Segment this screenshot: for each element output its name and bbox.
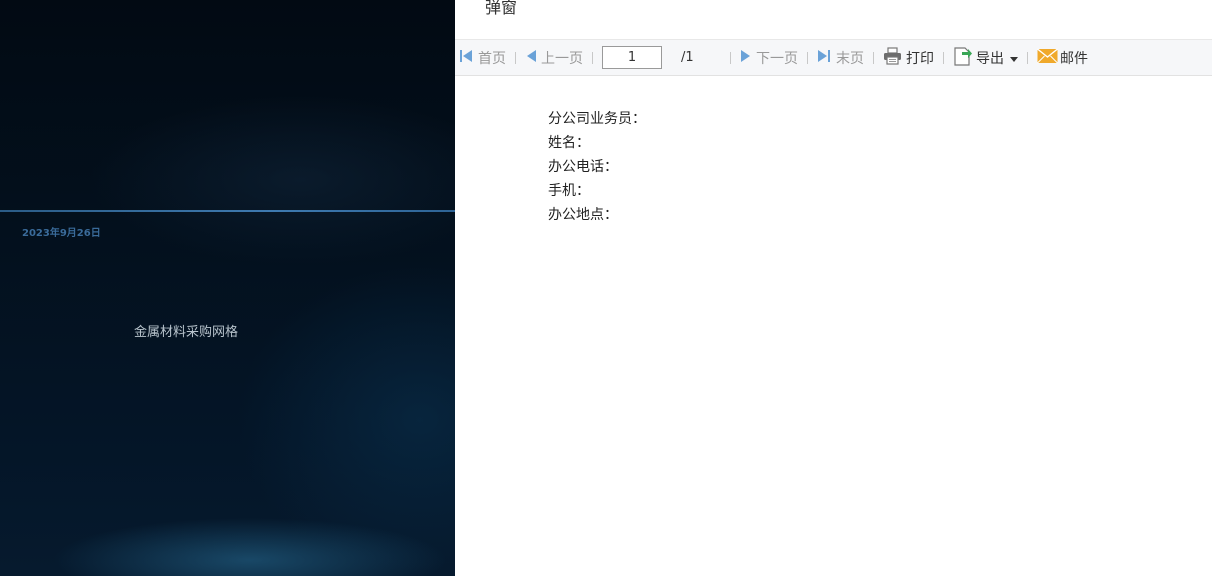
print-button[interactable]: 打印 xyxy=(883,40,934,75)
field-label-name: 姓名： xyxy=(548,135,590,151)
field-label-salesperson: 分公司业务员： xyxy=(548,111,646,127)
first-page-button[interactable]: 首页 xyxy=(459,40,506,75)
popup-dialog: 弹窗 首页 上一页 /1 下一页 xyxy=(455,0,1212,576)
toolbar-separator xyxy=(873,51,874,64)
toolbar-separator xyxy=(515,51,516,64)
toolbar-separator xyxy=(592,51,593,64)
field-label-mobile: 手机： xyxy=(548,183,590,199)
next-page-label: 下一页 xyxy=(756,50,798,67)
last-page-label: 末页 xyxy=(836,50,864,67)
field-label-office-location: 办公地点： xyxy=(548,207,618,223)
report-content: 分公司业务员： 姓名： 办公电话： 手机： 办公地点： xyxy=(548,107,646,227)
first-page-icon xyxy=(459,49,474,67)
toolbar-separator xyxy=(807,51,808,64)
next-page-button[interactable]: 下一页 xyxy=(740,40,798,75)
next-page-icon xyxy=(740,49,752,67)
last-page-button[interactable]: 末页 xyxy=(817,40,864,75)
first-page-label: 首页 xyxy=(478,50,506,67)
prev-page-label: 上一页 xyxy=(541,50,583,67)
report-toolbar: 首页 上一页 /1 下一页 末页 xyxy=(455,39,1212,76)
dashboard-background-panel: 2023年9月26日 金属材料采购网格 xyxy=(0,0,455,576)
export-button[interactable]: 导出 xyxy=(953,40,1018,75)
prev-page-icon xyxy=(525,49,537,67)
divider-line xyxy=(0,210,455,212)
page-number-input[interactable] xyxy=(602,46,662,69)
dashboard-caption: 金属材料采购网格 xyxy=(133,325,238,340)
field-label-office-phone: 办公电话： xyxy=(548,159,618,175)
toolbar-separator xyxy=(730,51,731,64)
toolbar-separator xyxy=(1027,51,1028,64)
dashboard-date: 2023年9月26日 xyxy=(22,228,101,239)
last-page-icon xyxy=(817,49,832,67)
toolbar-separator xyxy=(943,51,944,64)
chevron-down-icon xyxy=(1010,50,1018,66)
export-label: 导出 xyxy=(976,50,1004,67)
page-total: /1 xyxy=(681,50,694,65)
export-icon xyxy=(953,46,972,70)
printer-icon xyxy=(883,46,902,69)
mail-button[interactable]: 邮件 xyxy=(1037,40,1088,75)
prev-page-button[interactable]: 上一页 xyxy=(525,40,583,75)
mail-icon xyxy=(1037,47,1058,68)
print-label: 打印 xyxy=(906,50,934,67)
popup-title: 弹窗 xyxy=(485,0,518,17)
mail-label: 邮件 xyxy=(1060,50,1088,67)
